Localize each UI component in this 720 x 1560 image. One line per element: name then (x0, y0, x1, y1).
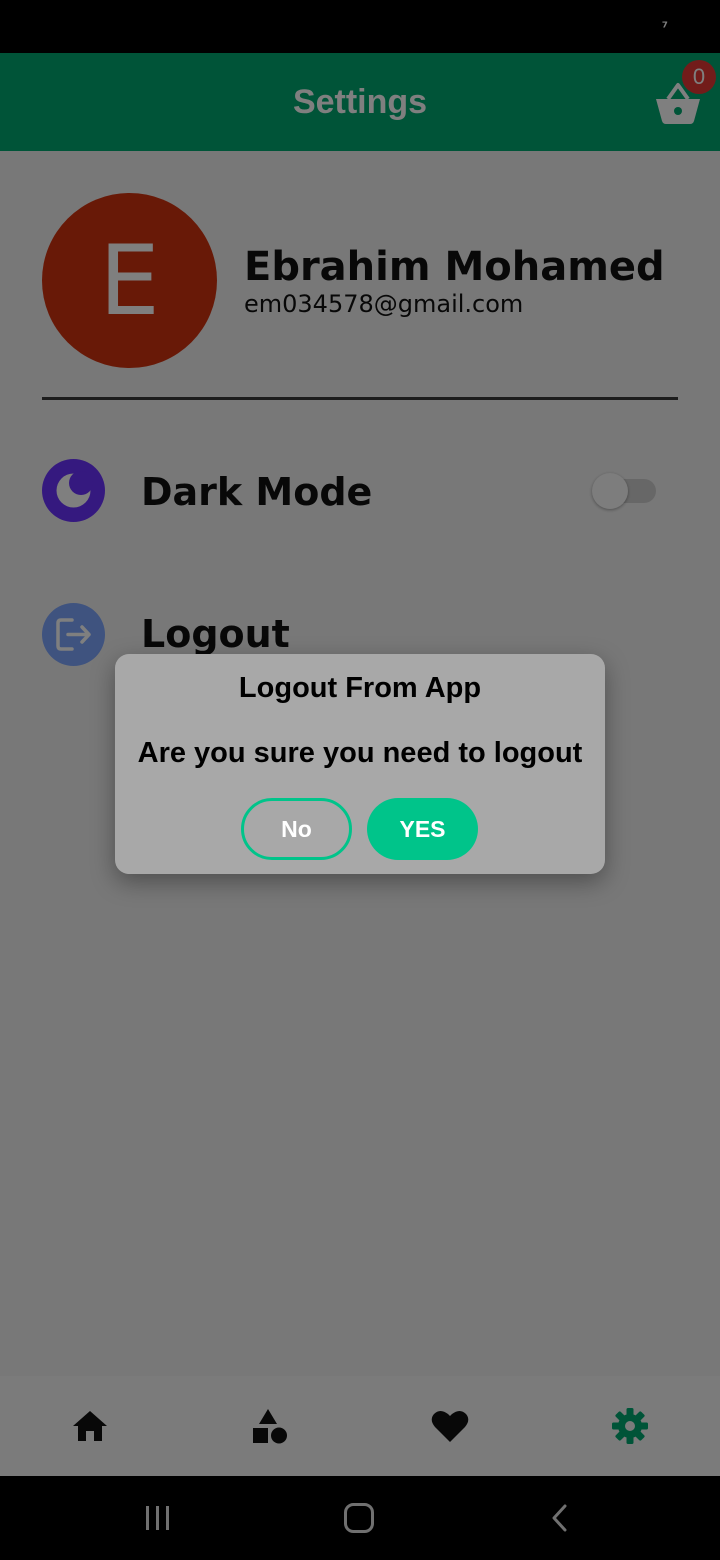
logout-dialog: Logout From App Are you sure you need to… (115, 654, 605, 874)
dialog-title: Logout From App (238, 672, 482, 704)
dialog-message: Are you sure you need to logout (137, 737, 583, 769)
no-button[interactable]: No (241, 798, 352, 860)
yes-button[interactable]: YES (367, 798, 478, 860)
